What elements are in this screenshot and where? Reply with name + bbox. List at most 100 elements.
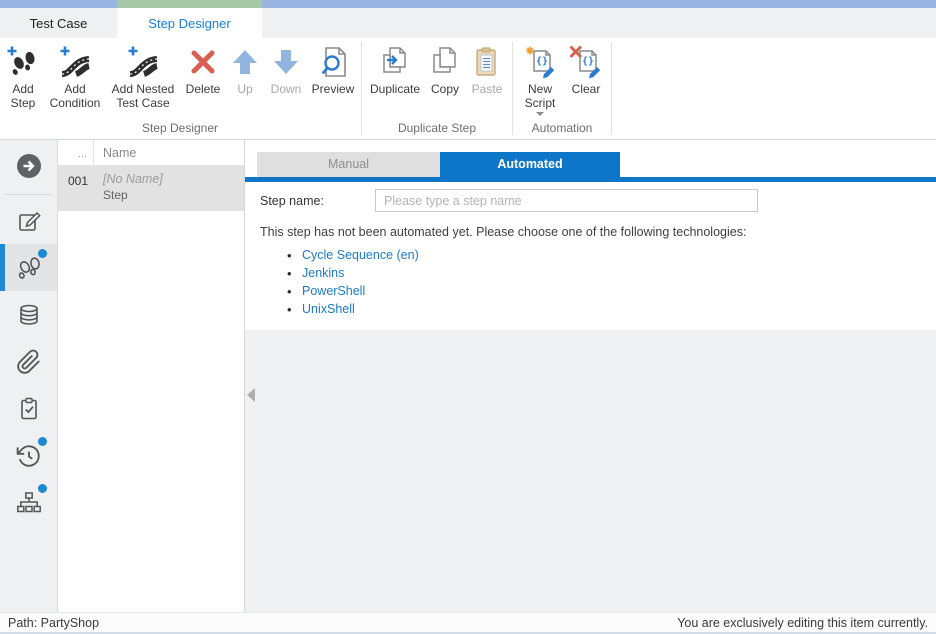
tab-step-designer[interactable]: Step Designer [117, 8, 262, 38]
clear-script-button[interactable]: {} Clear [564, 38, 608, 119]
technology-list-item: PowerShell [287, 284, 936, 298]
hierarchy-badge-dot [38, 484, 47, 493]
step-list-header: ... Name [58, 140, 244, 166]
technology-list-item: UnixShell [287, 302, 936, 316]
left-sidebar [0, 140, 58, 612]
step-list-row[interactable]: 001 [No Name] Step [58, 166, 244, 211]
technology-list-item: Cycle Sequence (en) [287, 248, 936, 262]
sidebar-item-history[interactable] [0, 432, 57, 479]
technology-link-jenkins[interactable]: Jenkins [302, 266, 344, 280]
sidebar-item-hierarchy[interactable] [0, 479, 57, 526]
ribbon-group-label-step-designer: Step Designer [2, 119, 358, 139]
column-header-number[interactable]: ... [58, 140, 94, 165]
add-nested-test-case-label: Add Nested Test Case [106, 82, 180, 111]
preview-icon [316, 45, 350, 79]
svg-text:{}: {} [536, 56, 548, 67]
add-step-button[interactable]: Add Step [2, 38, 44, 119]
ribbon-group-label-duplicate-step: Duplicate Step [365, 119, 509, 139]
delete-icon [186, 45, 220, 79]
collapse-panel-handle[interactable] [247, 388, 255, 407]
automation-message: This step has not been automated yet. Pl… [245, 225, 936, 239]
active-tab-highlight-strip [117, 0, 262, 8]
window-top-strip [0, 0, 936, 8]
hierarchy-icon [16, 490, 42, 516]
clipboard-check-icon [16, 396, 42, 422]
tab-manual[interactable]: Manual [257, 152, 440, 177]
preview-label: Preview [312, 82, 355, 96]
detail-tab-bar: Manual Automated [245, 140, 936, 177]
paste-label: Paste [472, 82, 503, 96]
copy-icon [428, 45, 462, 79]
add-nested-test-case-button[interactable]: Add Nested Test Case [106, 38, 180, 119]
ribbon-separator [361, 42, 362, 135]
step-name-placeholder-text: [No Name] [103, 172, 244, 186]
step-name-label: Step name: [260, 194, 375, 208]
technology-link-cycle-sequence[interactable]: Cycle Sequence (en) [302, 248, 419, 262]
ribbon-group-label-automation: Automation [516, 119, 608, 139]
duplicate-icon [378, 45, 412, 79]
history-icon [16, 443, 42, 469]
add-condition-button[interactable]: Add Condition [44, 38, 106, 119]
step-list-panel: ... Name 001 [No Name] Step [58, 140, 245, 612]
sidebar-item-navigate[interactable] [0, 140, 57, 192]
step-type-text: Step [103, 188, 244, 202]
duplicate-label: Duplicate [370, 82, 420, 96]
clear-script-label: Clear [572, 82, 601, 96]
duplicate-button[interactable]: Duplicate [365, 38, 425, 119]
new-script-dropdown-caret[interactable] [536, 112, 544, 116]
ribbon-separator [611, 42, 612, 135]
paperclip-icon [16, 349, 42, 375]
add-nested-test-case-icon [126, 45, 160, 79]
add-step-icon [6, 45, 40, 79]
window-tab-bar: Test Case Step Designer [0, 8, 936, 38]
tab-automated[interactable]: Automated [440, 152, 620, 177]
up-arrow-icon [228, 45, 262, 79]
delete-button[interactable]: Delete [180, 38, 226, 119]
down-arrow-icon [269, 45, 303, 79]
sidebar-item-steps[interactable] [0, 244, 57, 291]
technology-link-unixshell[interactable]: UnixShell [302, 302, 355, 316]
add-condition-icon [58, 45, 92, 79]
sidebar-item-edit[interactable] [0, 197, 57, 244]
clear-script-icon: {} [569, 45, 603, 79]
sidebar-item-checklist[interactable] [0, 385, 57, 432]
ribbon-group-automation: {} New Script [514, 38, 610, 139]
status-path: Path: PartyShop [8, 616, 99, 630]
application-window: Test Case Step Designer [0, 0, 936, 634]
sidebar-item-attachments[interactable] [0, 338, 57, 385]
new-script-button[interactable]: {} New Script [516, 38, 564, 119]
sidebar-divider [5, 194, 52, 195]
history-badge-dot [38, 437, 47, 446]
ribbon-toolbar: Add Step Add Condition [0, 38, 936, 140]
status-bar: Path: PartyShop You are exclusively edit… [0, 612, 936, 634]
move-up-button: Up [226, 38, 264, 119]
preview-button[interactable]: Preview [308, 38, 358, 119]
down-label: Down [271, 82, 302, 96]
step-name-input[interactable] [375, 189, 758, 212]
sidebar-item-test-data[interactable] [0, 291, 57, 338]
move-down-button: Down [264, 38, 308, 119]
technology-list-item: Jenkins [287, 266, 936, 280]
edit-icon [16, 208, 42, 234]
collapse-left-icon [247, 388, 255, 402]
up-label: Up [237, 82, 252, 96]
circle-arrow-icon [15, 152, 43, 180]
step-detail-panel: Manual Automated Step name: This step ha… [245, 140, 936, 612]
column-header-name[interactable]: Name [94, 140, 244, 165]
panel-background [245, 330, 936, 612]
copy-button[interactable]: Copy [425, 38, 465, 119]
add-condition-label: Add Condition [44, 82, 106, 111]
new-script-label: New Script [516, 82, 564, 111]
step-number: 001 [58, 166, 94, 211]
add-step-label: Add Step [2, 82, 44, 111]
steps-badge-dot [38, 249, 47, 258]
technology-list: Cycle Sequence (en) Jenkins PowerShell U… [245, 248, 936, 316]
paste-button: Paste [465, 38, 509, 119]
ribbon-separator [512, 42, 513, 135]
ribbon-group-duplicate-step: Duplicate Copy [363, 38, 511, 139]
database-icon [16, 302, 42, 328]
technology-link-powershell[interactable]: PowerShell [302, 284, 365, 298]
new-script-icon: {} [523, 45, 557, 79]
tab-test-case[interactable]: Test Case [0, 8, 117, 38]
delete-label: Delete [186, 82, 221, 96]
